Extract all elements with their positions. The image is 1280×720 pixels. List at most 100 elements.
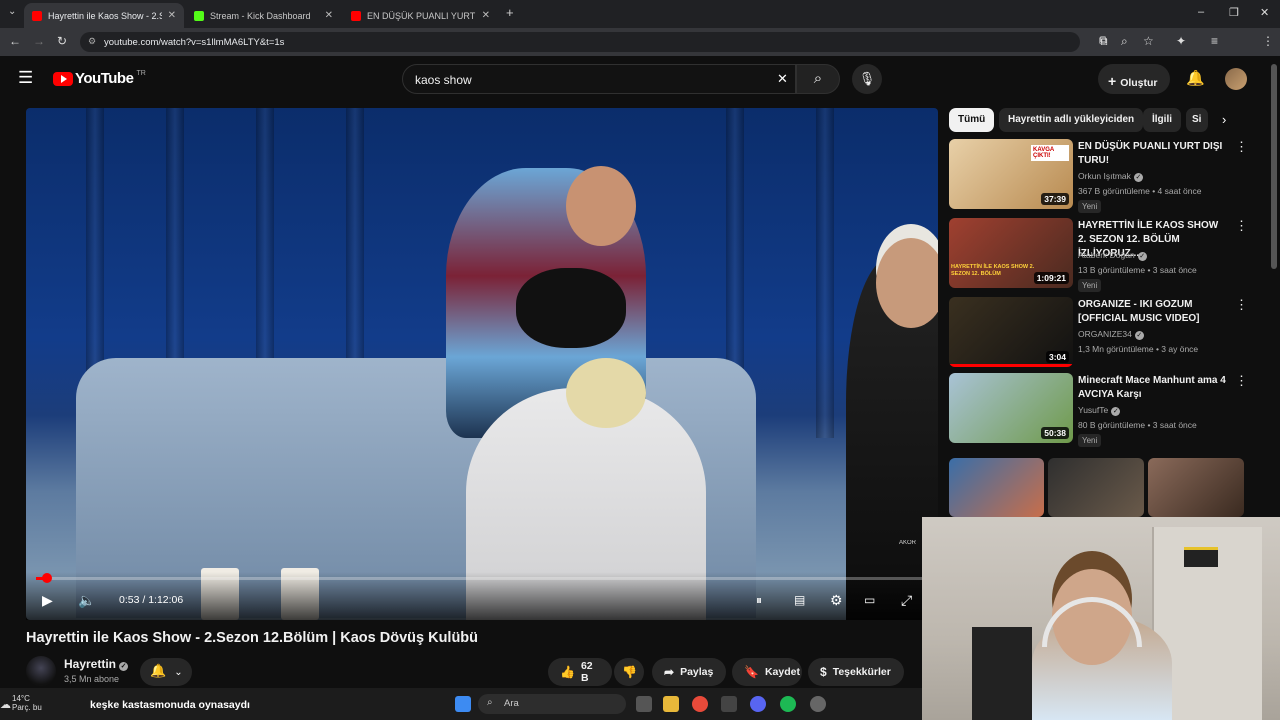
reload-icon[interactable]: ↻	[57, 34, 67, 48]
dislike-button[interactable]: 👎	[614, 658, 644, 686]
shorts-thumbnail[interactable]	[1148, 458, 1244, 517]
close-tab-icon[interactable]: ✕	[325, 10, 333, 21]
curtain-fold	[816, 108, 834, 438]
extensions-icon[interactable]: ✦	[1176, 34, 1186, 48]
rec-channel[interactable]: Orkun Işıtmak ✓	[1078, 171, 1143, 182]
file-explorer-icon[interactable]	[663, 696, 679, 712]
tab-youtube-video[interactable]: Hayrettin ile Kaos Show - 2.Sez ✕	[24, 3, 184, 28]
play-icon[interactable]: ▶	[42, 592, 53, 609]
back-arrow-icon[interactable]: ←	[9, 34, 21, 48]
discord-icon[interactable]	[750, 696, 766, 712]
hamburger-menu-icon[interactable]: ☰	[18, 68, 33, 88]
like-button[interactable]: 👍 62 B	[548, 658, 612, 686]
shorts-thumbnail[interactable]	[949, 458, 1044, 517]
video-title: Hayrettin ile Kaos Show - 2.Sezon 12.Böl…	[26, 630, 479, 646]
reading-list-icon[interactable]: ≡	[1211, 34, 1218, 48]
rec-title[interactable]: ORGANIZE - IKI GOZUM [OFFICIAL MUSIC VID…	[1078, 298, 1228, 326]
subtitles-icon[interactable]: ▤	[794, 593, 805, 607]
zoom-icon[interactable]: ⌕	[1121, 34, 1128, 49]
channel-avatar[interactable]	[26, 656, 56, 686]
autoplay-toggle-icon[interactable]: ⏸	[756, 593, 762, 608]
shorts-thumbnail[interactable]	[1048, 458, 1144, 517]
new-tab-button[interactable]: +	[506, 5, 514, 20]
browser-tab-strip: ⌄ Hayrettin ile Kaos Show - 2.Sez ✕ Stre…	[0, 0, 1280, 28]
fullscreen-icon[interactable]: ⤢	[901, 592, 912, 609]
channel-name-text: Hayrettin	[64, 657, 117, 671]
progress-bar[interactable]	[36, 573, 926, 583]
more-options-icon[interactable]: ⋮	[1235, 139, 1248, 155]
tab-youtube-other[interactable]: EN DÜŞÜK PUANLI YURT DIŞI T ✕	[343, 3, 498, 28]
thanks-button[interactable]: $ Teşekkürler	[808, 658, 904, 686]
rec-meta: 13 B görüntüleme • 3 saat önce	[1078, 265, 1197, 275]
account-avatar[interactable]	[1225, 68, 1247, 90]
theater-mode-icon[interactable]: ▭	[864, 593, 875, 607]
rec-meta: 80 B görüntüleme • 3 saat önce	[1078, 420, 1197, 430]
recommendation-item[interactable]: 3:04 ORGANIZE - IKI GOZUM [OFFICIAL MUSI…	[949, 297, 1259, 369]
browser-menu-icon[interactable]: ⋮	[1262, 34, 1274, 48]
app-icon[interactable]	[721, 696, 737, 712]
search-button[interactable]: ⌕	[796, 64, 840, 94]
channel-name[interactable]: Hayrettin ✓	[64, 657, 129, 671]
more-options-icon[interactable]: ⋮	[1235, 297, 1248, 313]
video-thumbnail[interactable]: HAYRETTİN İLE KAOS SHOW 2. SEZON 12. BÖL…	[949, 218, 1073, 288]
scrollbar[interactable]	[1271, 64, 1277, 269]
chip-all[interactable]: Tümü	[949, 108, 995, 132]
close-window-button[interactable]: ✕	[1260, 6, 1269, 19]
tab-kick-dashboard[interactable]: Stream - Kick Dashboard ✕	[186, 3, 341, 28]
notifications-bell-icon[interactable]: 🔔	[1186, 69, 1205, 87]
site-info-icon[interactable]: ⚙	[88, 36, 96, 47]
recommendation-item[interactable]: KAVGA ÇIKTI! 37:39 EN DÜŞÜK PUANLI YURT …	[949, 139, 1259, 213]
cast-icon[interactable]: ⧉	[1099, 34, 1108, 49]
windows-start-icon[interactable]	[455, 696, 471, 712]
taskbar-search[interactable]: ⌕ Ara	[478, 694, 626, 714]
subscription-bell-button[interactable]: 🔔 ⌄	[140, 658, 192, 686]
create-button[interactable]: + Oluştur	[1098, 64, 1170, 94]
like-count: 62 B	[580, 660, 593, 684]
chip-from-uploader[interactable]: Hayrettin adlı yükleyiciden	[999, 108, 1144, 132]
chevron-right-icon[interactable]: ›	[1222, 112, 1226, 127]
rec-title[interactable]: Minecraft Mace Manhunt ama 4 AVCIYA Karş…	[1078, 374, 1228, 402]
more-options-icon[interactable]: ⋮	[1235, 218, 1248, 234]
close-tab-icon[interactable]: ✕	[168, 10, 176, 21]
restore-button[interactable]: ❐	[1229, 6, 1239, 19]
rec-title[interactable]: EN DÜŞÜK PUANLI YURT DIŞI TURU!	[1078, 140, 1228, 168]
video-thumbnail[interactable]: KAVGA ÇIKTI! 37:39	[949, 139, 1073, 209]
share-button[interactable]: ➦ Paylaş	[652, 658, 726, 686]
progress-scrubber[interactable]	[41, 573, 52, 583]
video-player[interactable]: AKOR	[26, 108, 938, 620]
save-button[interactable]: 🔖 Kaydet	[732, 658, 802, 686]
bookmark-star-icon[interactable]: ☆	[1143, 34, 1154, 48]
recommendation-item[interactable]: 50:38 Minecraft Mace Manhunt ama 4 AVCIY…	[949, 373, 1259, 447]
chip-next[interactable]: Si	[1186, 108, 1208, 132]
task-view-icon[interactable]	[636, 696, 652, 712]
rec-channel[interactable]: Ataberk Doğan ✓	[1078, 250, 1147, 261]
new-badge: Yeni	[1078, 200, 1102, 213]
recommendation-item[interactable]: HAYRETTİN İLE KAOS SHOW 2. SEZON 12. BÖL…	[949, 218, 1259, 292]
minimize-button[interactable]: –	[1198, 6, 1204, 18]
tab-search-icon[interactable]: ⌄	[8, 6, 16, 17]
more-options-icon[interactable]: ⋮	[1235, 373, 1248, 389]
youtube-logo[interactable]: YouTube TR	[53, 70, 146, 87]
watched-progress	[949, 364, 1073, 367]
chrome-icon[interactable]	[692, 696, 708, 712]
forward-arrow-icon[interactable]: →	[33, 34, 45, 48]
youtube-header: ☰ YouTube TR kaos show ✕ ⌕ 🎙 + Oluştur 🔔	[0, 56, 1280, 102]
rec-channel[interactable]: YusufTe ✓	[1078, 405, 1121, 416]
video-thumbnail[interactable]: 3:04	[949, 297, 1073, 367]
rec-channel[interactable]: ORGANIZE34 ✓	[1078, 329, 1144, 340]
spotify-icon[interactable]	[780, 696, 796, 712]
settings-gear-icon[interactable]: ⚙	[830, 592, 843, 609]
new-badge: Yeni	[1078, 434, 1102, 447]
weather-widget[interactable]: 14°C Parç. bulutlu	[12, 694, 42, 712]
obs-icon[interactable]	[810, 696, 826, 712]
volume-icon[interactable]: 🔈	[78, 592, 95, 609]
search-input[interactable]: kaos show ✕	[402, 64, 796, 94]
video-thumbnail[interactable]: 50:38	[949, 373, 1073, 443]
close-tab-icon[interactable]: ✕	[482, 10, 490, 21]
fighter-head-blond	[566, 358, 646, 428]
subscriber-count: 3,5 Mn abone	[64, 674, 120, 684]
clear-search-icon[interactable]: ✕	[777, 71, 788, 87]
voice-search-button[interactable]: 🎙	[852, 64, 882, 94]
address-bar[interactable]: ⚙ youtube.com/watch?v=s1llmMA6LTY&t=1s ⧉	[80, 32, 1107, 52]
chip-related[interactable]: İlgili	[1143, 108, 1181, 132]
